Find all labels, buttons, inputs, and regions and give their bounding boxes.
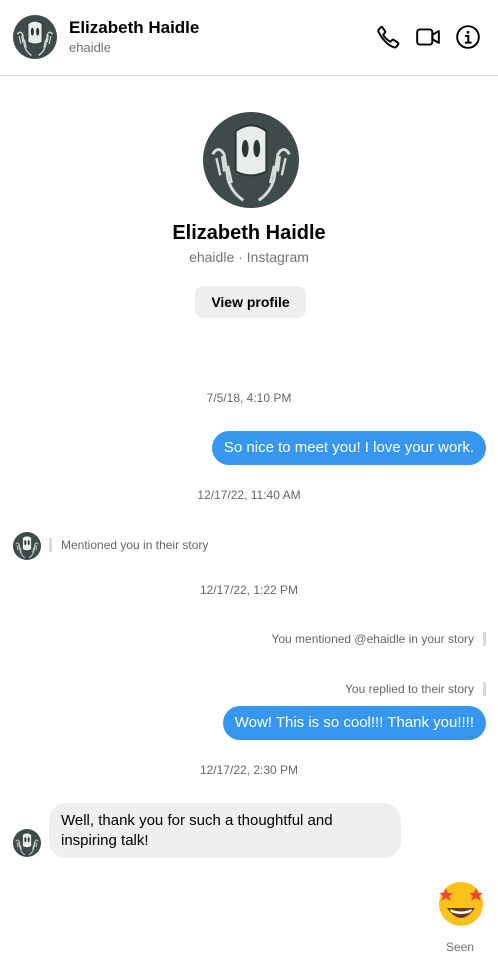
timestamp: 12/17/22, 1:22 PM bbox=[199, 583, 299, 597]
seen-status: Seen bbox=[445, 940, 474, 954]
video-call-icon[interactable] bbox=[415, 24, 441, 50]
story-mention-note[interactable]: You mentioned @ehaidle in your story bbox=[271, 632, 486, 646]
outgoing-message[interactable]: So nice to meet you! I love your work. bbox=[211, 431, 486, 465]
outgoing-message[interactable]: Wow! This is so cool!!! Thank you!!!! bbox=[222, 706, 486, 740]
star-struck-emoji-icon[interactable] bbox=[436, 878, 486, 928]
sender-avatar[interactable] bbox=[13, 829, 41, 857]
header-avatar[interactable] bbox=[13, 15, 57, 59]
timestamp: 7/5/18, 4:10 PM bbox=[206, 391, 292, 405]
sender-avatar[interactable] bbox=[13, 532, 41, 560]
story-reply-note[interactable]: You replied to their story bbox=[345, 682, 486, 696]
header-name[interactable]: Elizabeth Haidle bbox=[69, 18, 199, 38]
profile-subtitle: ehaidle · Instagram bbox=[189, 249, 309, 265]
phone-icon[interactable] bbox=[375, 24, 401, 50]
profile-name: Elizabeth Haidle bbox=[172, 222, 326, 244]
timestamp: 12/17/22, 11:40 AM bbox=[197, 488, 301, 502]
info-icon[interactable] bbox=[455, 24, 481, 50]
profile-avatar[interactable] bbox=[203, 112, 299, 208]
header-handle: ehaidle bbox=[69, 40, 111, 55]
story-mention-note[interactable]: Mentioned you in their story bbox=[49, 538, 208, 552]
conversation-header: Elizabeth Haidle ehaidle bbox=[0, 0, 498, 76]
timestamp: 12/17/22, 2:30 PM bbox=[199, 763, 299, 777]
incoming-message[interactable]: Well, thank you for such a thoughtful an… bbox=[49, 803, 401, 858]
view-profile-button[interactable]: View profile bbox=[195, 286, 306, 318]
